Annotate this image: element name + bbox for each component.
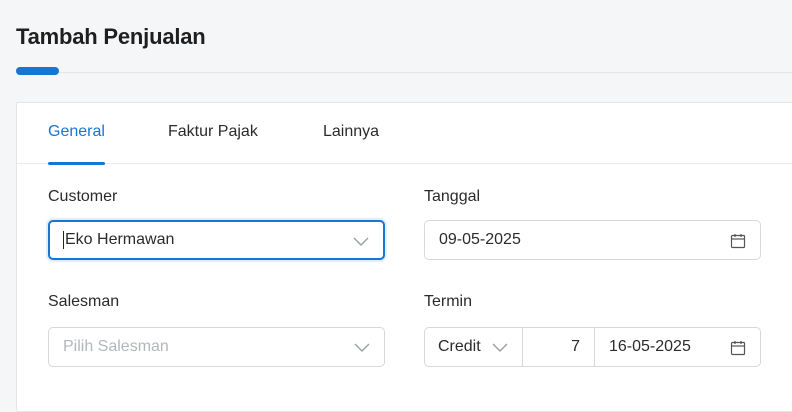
salesman-label: Salesman — [48, 293, 120, 310]
customer-label: Customer — [48, 188, 118, 205]
tanggal-date-picker[interactable]: 09-05-2025 — [424, 220, 761, 260]
termin-type-value: Credit — [438, 338, 481, 355]
salesman-select[interactable]: Pilih Salesman — [48, 327, 385, 367]
calendar-icon[interactable] — [730, 340, 746, 356]
tab-bar: General Faktur Pajak Lainnya — [17, 103, 792, 165]
customer-select[interactable]: Eko Hermawan — [48, 220, 385, 260]
text-cursor — [63, 231, 64, 249]
termin-type-select[interactable]: Credit — [425, 328, 523, 366]
tab-faktur-pajak[interactable]: Faktur Pajak — [168, 123, 258, 164]
title-divider — [16, 72, 792, 73]
form-card: General Faktur Pajak Lainnya Customer Ek… — [16, 102, 792, 412]
tab-general[interactable]: General — [48, 123, 105, 165]
title-accent-bar — [16, 67, 59, 75]
chevron-down-icon — [353, 237, 369, 246]
tab-lainnya[interactable]: Lainnya — [323, 123, 379, 164]
tanggal-value: 09-05-2025 — [439, 231, 521, 248]
calendar-icon[interactable] — [730, 233, 746, 249]
termin-label: Termin — [424, 293, 473, 310]
termin-input-group: Credit 7 16-05-2025 — [424, 327, 761, 367]
tanggal-label: Tanggal — [424, 188, 481, 205]
page-title: Tambah Penjualan — [16, 24, 206, 49]
termin-due-date-picker[interactable]: 16-05-2025 — [595, 328, 760, 366]
termin-due-date-value: 16-05-2025 — [609, 338, 691, 355]
salesman-placeholder: Pilih Salesman — [63, 338, 169, 355]
chevron-down-icon — [354, 343, 370, 352]
chevron-down-icon — [492, 343, 508, 352]
customer-value: Eko Hermawan — [65, 231, 175, 248]
termin-days-input[interactable]: 7 — [523, 328, 595, 366]
